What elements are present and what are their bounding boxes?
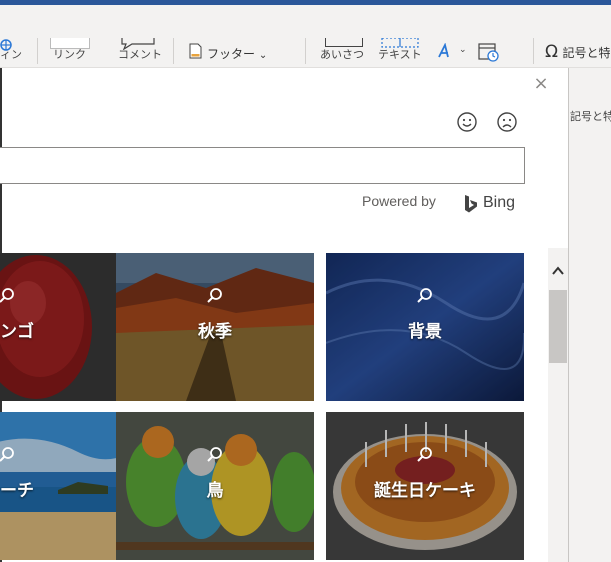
search-icon	[0, 447, 14, 462]
side-panel	[568, 68, 611, 562]
ribbon-separator	[173, 38, 174, 64]
chevron-down-icon[interactable]: ⌄	[459, 45, 467, 55]
greeting-icon[interactable]	[325, 38, 363, 47]
tile-background[interactable]: 背景	[326, 253, 524, 401]
textbox-button-label[interactable]: テキスト	[378, 48, 422, 62]
symbol-button[interactable]: Ω 記号と特	[545, 42, 610, 62]
powered-by-text: Powered by	[362, 193, 436, 209]
comment-button-label[interactable]: コメント	[118, 48, 162, 62]
close-icon[interactable]: ×	[532, 75, 550, 93]
search-icon	[417, 447, 432, 462]
tile-autumn[interactable]: 秋季	[116, 253, 314, 401]
omega-icon: Ω	[545, 42, 558, 62]
tile-label: 鳥	[206, 481, 224, 501]
ribbon-separator	[305, 38, 306, 64]
greeting-button-label[interactable]: あいさつ	[320, 48, 364, 62]
chevron-down-icon: ⌄	[258, 50, 268, 61]
footer-button[interactable]: フッター ⌄	[207, 45, 267, 62]
tile-label: 背景	[408, 322, 442, 342]
symbol-label: 記号と特	[562, 46, 611, 60]
search-icon	[0, 288, 14, 303]
tile-label: 秋季	[198, 322, 232, 342]
date-time-icon[interactable]	[478, 42, 500, 62]
search-icon	[417, 288, 432, 303]
frown-feedback-icon[interactable]	[495, 110, 519, 134]
chevron-up-icon[interactable]	[549, 262, 567, 280]
ribbon-separator	[533, 38, 534, 64]
footer-label: フッター	[207, 47, 256, 61]
ribbon-separator	[37, 38, 38, 64]
search-box[interactable]	[0, 147, 525, 184]
tile-birthday-cake[interactable]: 誕生日ケーキ	[326, 412, 524, 560]
link-button-label[interactable]: リンク	[53, 48, 86, 62]
search-icon	[207, 447, 222, 462]
bing-logo-text: Bing	[483, 194, 516, 211]
search-input[interactable]	[0, 148, 524, 183]
wordart-icon[interactable]	[436, 43, 454, 59]
tile-bird[interactable]: 鳥	[116, 412, 314, 560]
ribbon-partial-label[interactable]: ィン	[0, 48, 22, 62]
side-panel-label: 記号と特	[570, 110, 611, 123]
smile-feedback-icon[interactable]	[455, 110, 479, 134]
footer-icon	[189, 43, 202, 59]
scrollbar-thumb[interactable]	[549, 290, 567, 363]
search-icon	[207, 288, 222, 303]
bing-logo-icon	[465, 195, 477, 213]
tile-label: 誕生日ケーキ	[374, 481, 476, 501]
